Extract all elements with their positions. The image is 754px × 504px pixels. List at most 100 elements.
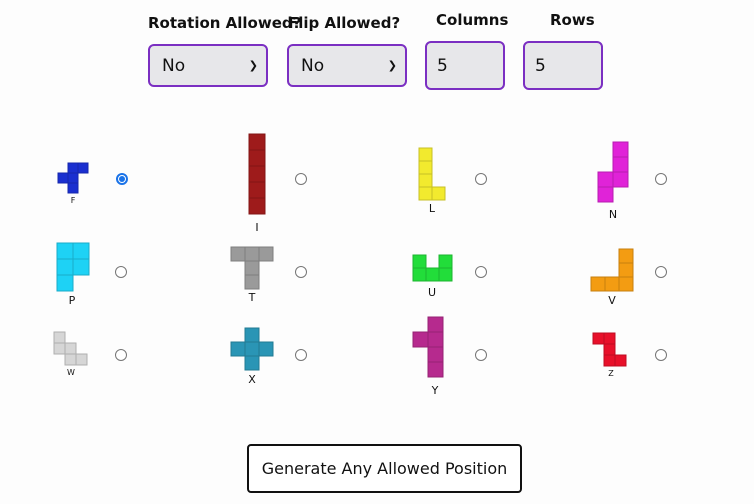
piece-x-label: X bbox=[248, 373, 256, 386]
piece-p bbox=[56, 242, 90, 292]
piece-u-radio[interactable] bbox=[475, 266, 487, 278]
piece-w-label: W bbox=[67, 368, 75, 377]
piece-x-cell bbox=[244, 355, 260, 371]
piece-x-cell bbox=[244, 327, 260, 343]
piece-n-cell bbox=[597, 186, 614, 203]
piece-f-shape bbox=[57, 162, 89, 194]
piece-u-cell bbox=[412, 254, 427, 269]
piece-u-cell bbox=[425, 267, 440, 282]
piece-i-shape bbox=[248, 133, 266, 215]
flip-label: Flip Allowed? bbox=[288, 14, 401, 32]
piece-v-label: V bbox=[608, 294, 616, 307]
piece-x-shape bbox=[230, 327, 274, 371]
piece-z-cell bbox=[603, 343, 616, 356]
rotation-value: No bbox=[162, 55, 186, 76]
generate-button[interactable]: Generate Any Allowed Position bbox=[247, 444, 522, 493]
rotation-select[interactable]: No ❯ bbox=[148, 44, 268, 87]
piece-w-cell bbox=[64, 342, 77, 355]
piece-z-radio[interactable] bbox=[655, 349, 667, 361]
piece-l-radio[interactable] bbox=[475, 173, 487, 185]
piece-u-label: U bbox=[427, 286, 437, 299]
piece-u-cell bbox=[412, 267, 427, 282]
piece-z-cell bbox=[592, 332, 605, 345]
piece-x bbox=[230, 327, 274, 371]
piece-t-shape bbox=[230, 246, 274, 290]
piece-t-cell bbox=[244, 246, 260, 262]
piece-i-label: I bbox=[255, 221, 259, 234]
piece-w-cell bbox=[53, 331, 66, 344]
piece-f-radio[interactable] bbox=[116, 173, 128, 185]
piece-i-cell bbox=[248, 197, 266, 215]
piece-w-shape bbox=[53, 331, 88, 366]
piece-f-label: F bbox=[70, 196, 76, 205]
piece-l-cell bbox=[418, 173, 433, 188]
piece-w-cell bbox=[75, 353, 88, 366]
piece-t-cell bbox=[244, 274, 260, 290]
piece-p-cell bbox=[56, 242, 74, 260]
piece-l-label: L bbox=[428, 202, 436, 215]
rows-input[interactable]: 5 bbox=[523, 41, 603, 90]
piece-t bbox=[230, 246, 274, 290]
piece-y-label: Y bbox=[431, 384, 439, 397]
piece-v-cell bbox=[618, 276, 634, 292]
piece-l-cell bbox=[418, 160, 433, 175]
piece-i bbox=[248, 133, 266, 215]
piece-l-cell bbox=[418, 186, 433, 201]
rows-value: 5 bbox=[535, 55, 546, 76]
piece-w-radio[interactable] bbox=[115, 349, 127, 361]
piece-i-radio[interactable] bbox=[295, 173, 307, 185]
piece-z-cell bbox=[614, 354, 627, 367]
piece-y-cell bbox=[412, 331, 429, 348]
piece-v-radio[interactable] bbox=[655, 266, 667, 278]
piece-v-shape bbox=[590, 248, 634, 292]
piece-w-cell bbox=[64, 353, 77, 366]
piece-t-cell bbox=[258, 246, 274, 262]
piece-y-cell bbox=[427, 316, 444, 333]
piece-f-cell bbox=[67, 162, 79, 174]
piece-f-cell bbox=[57, 172, 69, 184]
piece-v-cell bbox=[590, 276, 606, 292]
piece-n-shape bbox=[597, 141, 629, 203]
piece-x-cell bbox=[258, 341, 274, 357]
piece-y-radio[interactable] bbox=[475, 349, 487, 361]
piece-f-cell bbox=[67, 172, 79, 184]
piece-t-radio[interactable] bbox=[295, 266, 307, 278]
columns-label: Columns bbox=[436, 11, 509, 29]
piece-u-shape bbox=[412, 254, 453, 282]
piece-f bbox=[57, 162, 89, 194]
piece-n-cell bbox=[612, 156, 629, 173]
piece-v-cell bbox=[618, 262, 634, 278]
piece-t-cell bbox=[244, 260, 260, 276]
piece-p-label: P bbox=[68, 294, 76, 307]
piece-w bbox=[53, 331, 88, 366]
flip-select[interactable]: No ❯ bbox=[287, 44, 407, 87]
columns-input[interactable]: 5 bbox=[425, 41, 505, 90]
piece-y-cell bbox=[427, 331, 444, 348]
columns-value: 5 bbox=[437, 55, 448, 76]
piece-p-shape bbox=[56, 242, 90, 292]
flip-value: No bbox=[301, 55, 325, 76]
piece-p-cell bbox=[72, 242, 90, 260]
rotation-label: Rotation Allowed? bbox=[148, 14, 302, 32]
piece-t-label: T bbox=[248, 291, 256, 304]
piece-x-radio[interactable] bbox=[295, 349, 307, 361]
piece-y-cell bbox=[427, 346, 444, 363]
piece-p-radio[interactable] bbox=[115, 266, 127, 278]
piece-u-cell bbox=[438, 267, 453, 282]
piece-i-cell bbox=[248, 149, 266, 167]
piece-n-cell bbox=[597, 171, 614, 188]
piece-i-cell bbox=[248, 181, 266, 199]
piece-y-shape bbox=[412, 316, 444, 378]
piece-z-cell bbox=[603, 354, 616, 367]
piece-p-cell bbox=[56, 258, 74, 276]
piece-t-cell bbox=[230, 246, 246, 262]
piece-l bbox=[418, 147, 446, 201]
piece-z bbox=[592, 332, 627, 367]
piece-f-cell bbox=[77, 162, 89, 174]
rows-label: Rows bbox=[550, 11, 595, 29]
piece-f-cell bbox=[67, 182, 79, 194]
chevron-down-icon: ❯ bbox=[248, 59, 258, 72]
piece-n-radio[interactable] bbox=[655, 173, 667, 185]
piece-v-cell bbox=[618, 248, 634, 264]
piece-l-shape bbox=[418, 147, 446, 201]
